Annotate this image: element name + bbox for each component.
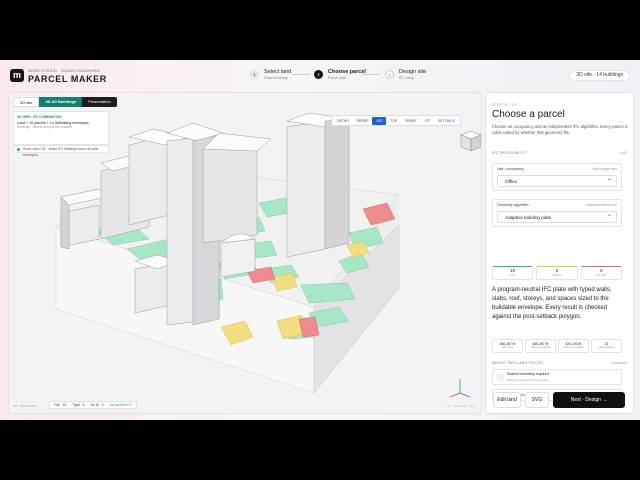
tab-3d-alt-buildings[interactable]: 3D Alt Buildings (39, 97, 83, 107)
step-connector (292, 74, 310, 75)
step-connector (362, 74, 380, 75)
area-metrics: 466,267 ft² land area 466,267 ft² effectiv… (492, 339, 622, 353)
viewer-footer-left: IFC · BIM/GIS/IFC (13, 404, 38, 408)
stat-fit: 19 FIT (492, 266, 534, 280)
axis-gizmo (449, 379, 471, 398)
app-name: PARCEL MAKER (28, 74, 107, 84)
panel-title: Choose a parcel (492, 109, 565, 120)
step-subtitle: Draw boundary (264, 76, 288, 80)
view-persp-button[interactable]: PERSP (353, 117, 373, 125)
ifc-info-card: 3D VIEW · IFC COMBINATION Land + 15 parc… (13, 111, 109, 145)
metric: 466,267 ft² effective setback (525, 339, 556, 353)
section-status: LIVE (619, 151, 627, 155)
edit-land-button[interactable]: Edit land (493, 392, 521, 408)
section-status: Connected (610, 361, 627, 365)
step-indicator: STEP 02 / 03 (492, 103, 517, 107)
legend-tight: Tight · 6 (72, 403, 85, 407)
building-envelope[interactable] (286, 112, 350, 258)
algorithm-select[interactable]: Adaptive building plate (497, 210, 617, 223)
camera-view-toolbar[interactable]: ORTHO PERSP ISO TOP FRONT FIT SETTINGS (330, 115, 461, 126)
legend-no-fit: No fit · 3 (90, 403, 104, 407)
status-dot-icon (17, 148, 20, 151)
viewer-footer-right: site · viewer 3d · v0.3 (446, 404, 475, 408)
fit-legend: Fits · 15 Tight · 6 No fit · 3 1st curre… (49, 401, 137, 409)
step-title: Design site (399, 69, 427, 75)
stat-no-fit: 5 NO FIT (580, 266, 622, 280)
view-settings-button[interactable]: SETTINGS (434, 117, 459, 125)
option-title: Shared boundary required (507, 372, 549, 376)
panel-lead: Choose an occupancy and an independent I… (492, 124, 628, 135)
link-icon (497, 374, 504, 381)
view-top-button[interactable]: TOP (386, 117, 401, 125)
field-hint: May change later (592, 167, 617, 171)
step-subtitle: IFC setup (399, 76, 415, 80)
occupancy-field: Use / occupancy May change later Office (492, 163, 622, 191)
step-title: Select land (264, 69, 292, 75)
legend-fits: Fits · 15 (54, 403, 67, 407)
tab-presentation[interactable]: Presentation (82, 97, 117, 107)
parcel-sidebar: STEP 02 / 03 Choose a parcel Choose an o… (485, 92, 634, 414)
app-window: m MEBS STUDIO · KUWAIT/MASHHAD PARCEL MA… (0, 60, 640, 420)
metric: 466,267 ft² land area (492, 339, 523, 353)
legend-current: 1st current IFC (109, 403, 132, 407)
stat-tight: 6 TIGHT (536, 266, 578, 280)
occupancy-select[interactable]: Office (497, 174, 617, 187)
app-logo: m (10, 69, 24, 82)
3d-viewport[interactable]: 2D site 3D Alt Buildings Presentation 3D… (8, 92, 482, 414)
building-envelope[interactable] (220, 233, 256, 278)
studio-label: MEBS STUDIO · KUWAIT/MASHHAD (28, 69, 100, 73)
panel-actions: Edit land SVG Next · Design → (485, 390, 634, 414)
info-caption: Buildings · streets and parcels mapped (17, 125, 73, 129)
view-iso-button[interactable]: ISO (372, 116, 387, 125)
view-mode-switch[interactable]: 2D site 3D Alt Buildings Presentation (13, 97, 117, 107)
site-summary-badge[interactable]: 3D site · 14 buildings (569, 70, 630, 81)
algorithm-field: Geometry algorithm Independent from use … (492, 199, 622, 227)
field-label: Geometry algorithm (497, 203, 529, 207)
algorithm-description: A program-neutral IFC plate with typed w… (492, 287, 612, 320)
tab-2d-site[interactable]: 2D site (13, 97, 40, 107)
view-fit-button[interactable]: FIT (421, 117, 434, 125)
svg-export-button[interactable]: SVG (525, 392, 549, 408)
step-number: 3 (385, 70, 394, 79)
view-ortho-button[interactable]: ORTHO (333, 117, 353, 125)
field-label: Use / occupancy (497, 167, 524, 171)
metric: 22 parcel selects (591, 339, 622, 353)
step-title: Choose parcel (328, 69, 366, 75)
section-label: IFC PROGRAM FIT (492, 151, 527, 155)
step-number: 2 (314, 70, 323, 79)
step-subtitle: Parcel plate (328, 76, 347, 80)
fit-counts: 19 FIT 6 TIGHT 5 NO FIT (492, 266, 622, 280)
view-front-button[interactable]: FRONT (401, 117, 421, 125)
top-bar: m MEBS STUDIO · KUWAIT/MASHHAD PARCEL MA… (0, 60, 640, 90)
hover-hint: Hover site to 3D · select IFC buildings … (13, 145, 109, 157)
step-number: 1 (250, 70, 259, 79)
section-label: MERGE TWO LAND PIECES (492, 361, 543, 365)
option-subtitle: Existing road lots to be merged (507, 378, 549, 382)
metric: 326,193 ft² outlined envelope (558, 339, 589, 353)
field-hint: Independent from use (585, 203, 617, 207)
info-heading: 3D VIEW · IFC COMBINATION (17, 115, 62, 119)
merge-requirement: Shared boundary required Existing road l… (492, 369, 622, 385)
orientation-cube[interactable] (460, 130, 481, 152)
next-design-button[interactable]: Next · Design → (553, 392, 625, 408)
